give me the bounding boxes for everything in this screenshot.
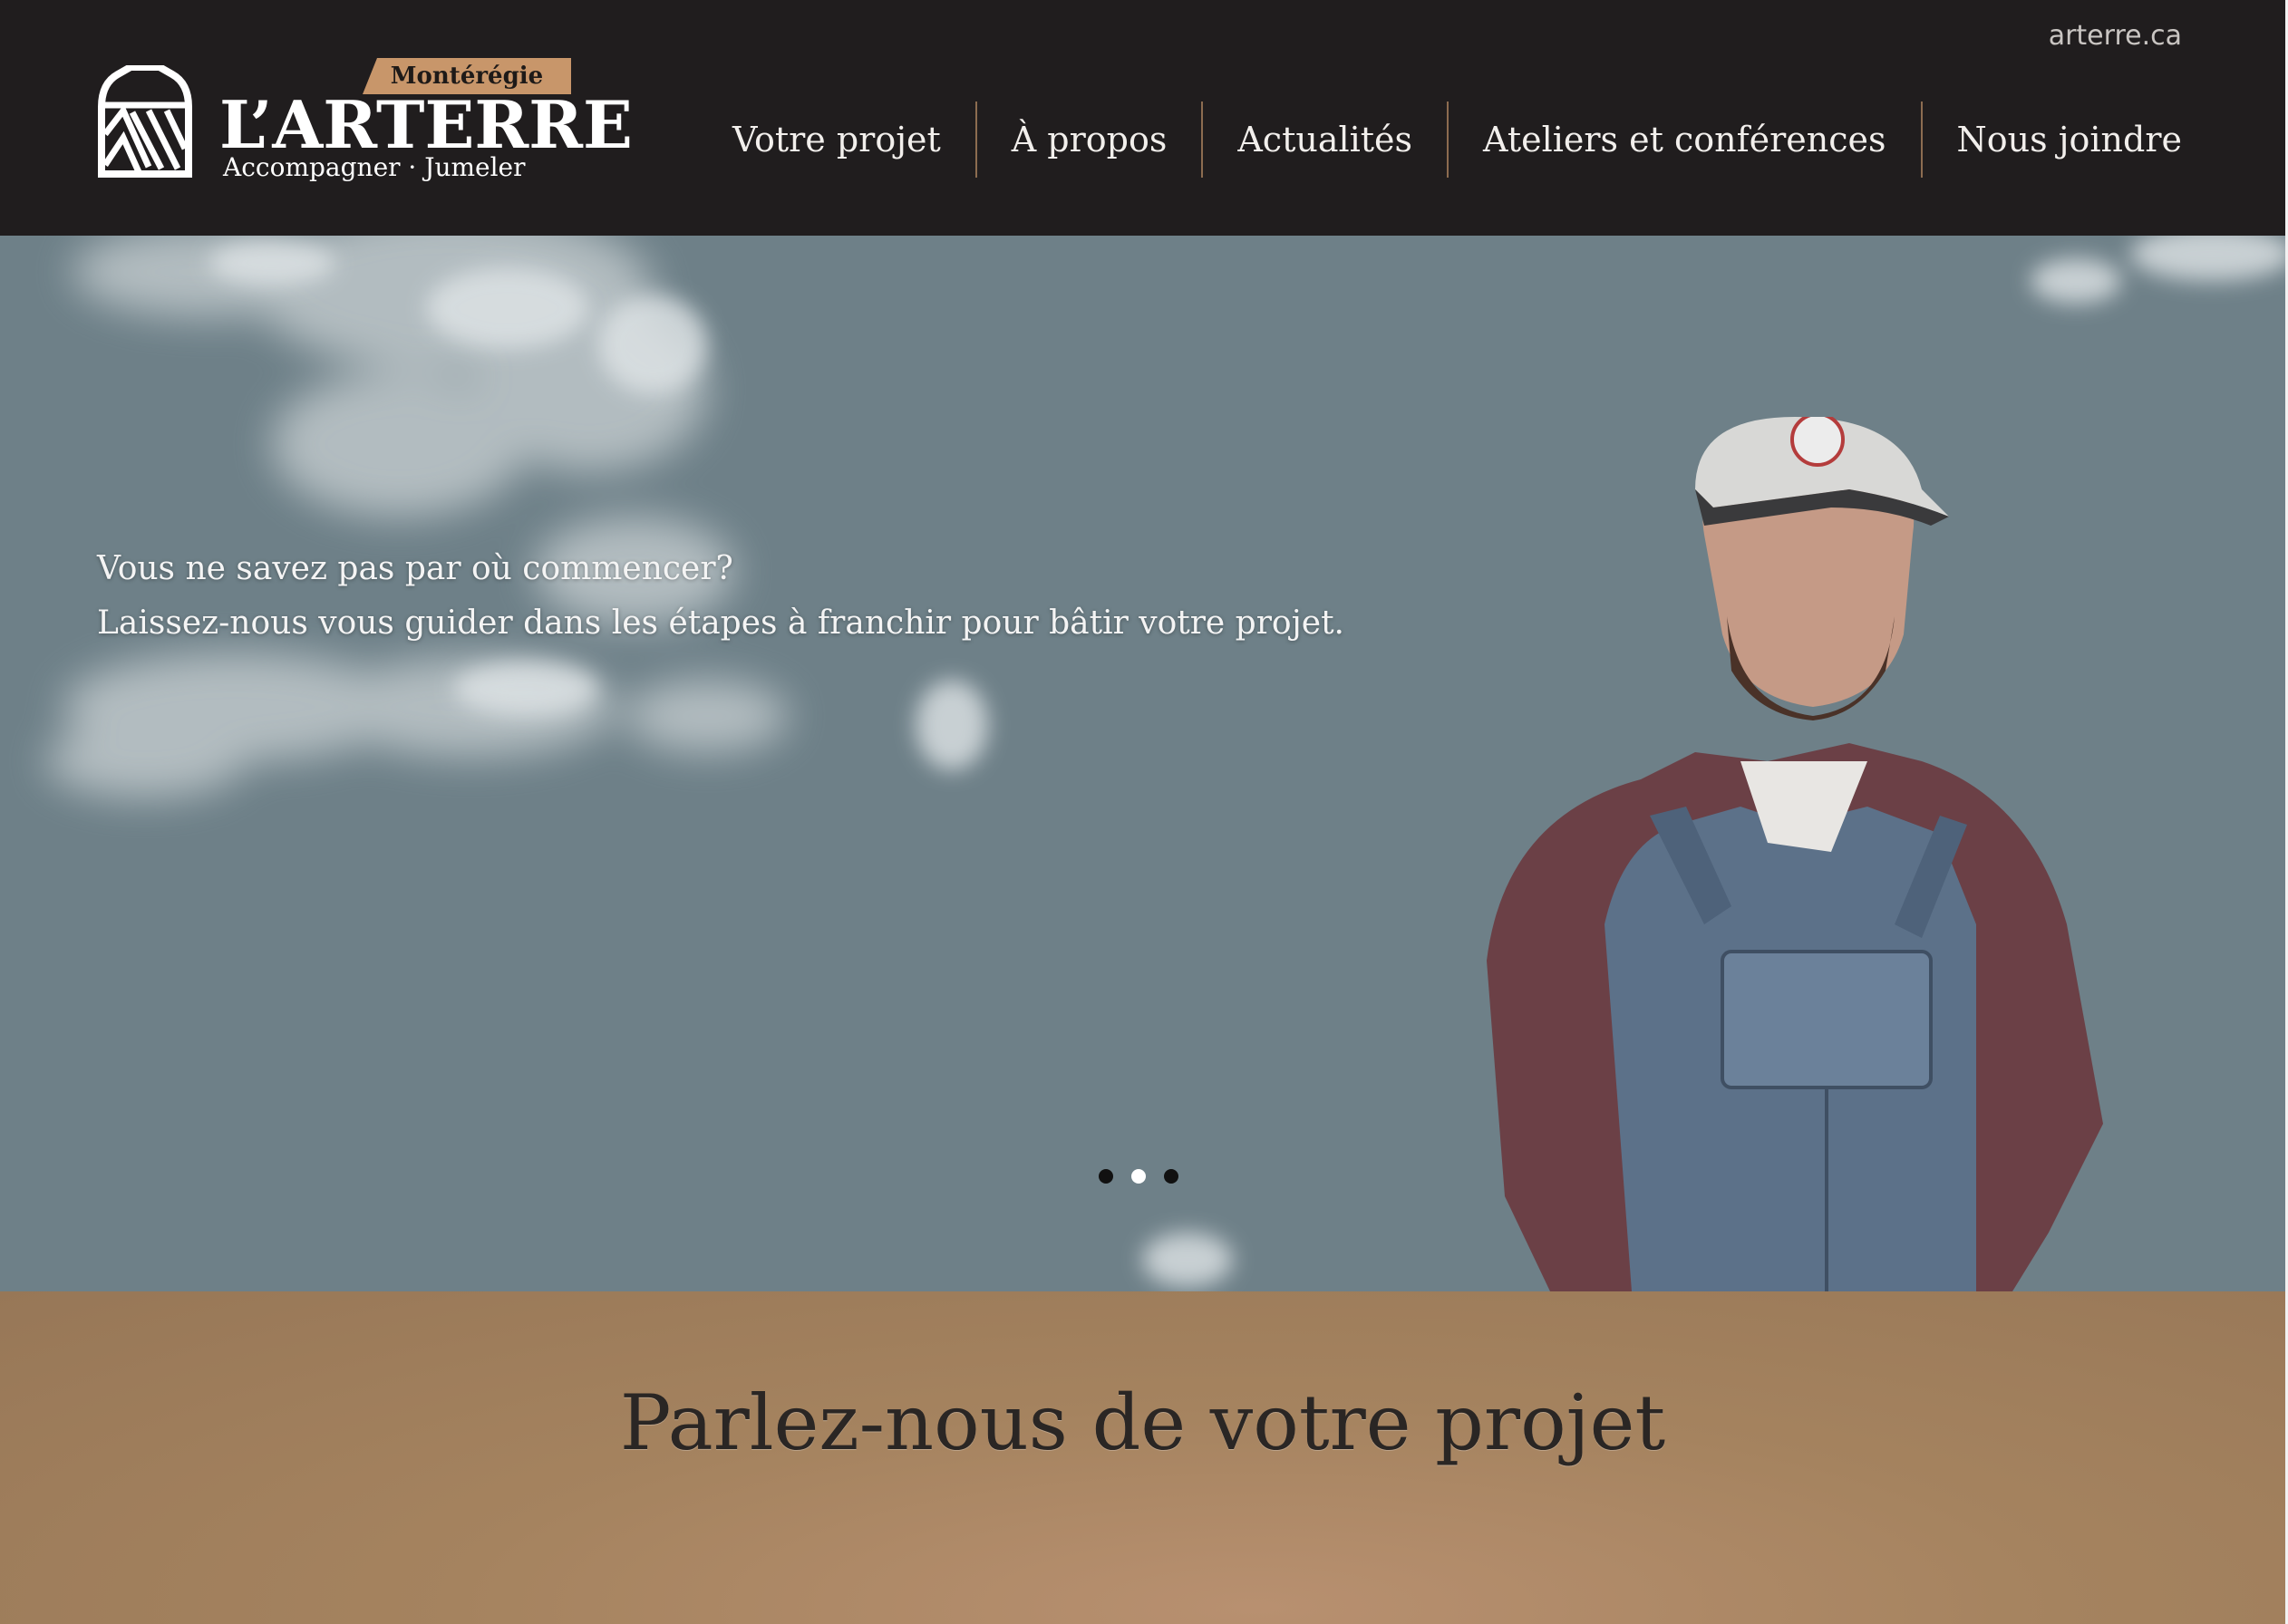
slide-dot-1[interactable] — [1099, 1169, 1113, 1184]
nav-ateliers-conferences[interactable]: Ateliers et conférences — [1447, 102, 1921, 178]
logo-tagline: Accompagner · Jumeler — [223, 152, 526, 182]
project-cta-section: Parlez-nous de votre projet — [0, 1291, 2285, 1624]
nav-nous-joindre[interactable]: Nous joindre — [1920, 102, 2182, 178]
site-header: arterre.ca Montérégie L’ARTERRE Accompag… — [0, 0, 2285, 236]
slide-dot-2[interactable] — [1131, 1169, 1146, 1184]
project-cta-title[interactable]: Parlez-nous de votre projet — [0, 1373, 2285, 1473]
main-nav: Votre projet À propos Actualités Atelier… — [698, 102, 2182, 178]
slider-dots — [1099, 1169, 1178, 1184]
page: arterre.ca Montérégie L’ARTERRE Accompag… — [0, 0, 2288, 1624]
farmer-photo-image — [1487, 417, 2103, 1291]
nav-votre-projet[interactable]: Votre projet — [698, 102, 975, 178]
arterre-home-link[interactable]: arterre.ca — [2049, 20, 2182, 52]
hero-line-1: Vous ne savez pas par où commencer? — [97, 550, 733, 587]
site-logo[interactable]: Montérégie L’ARTERRE Accompagner · Jumel… — [96, 58, 633, 194]
hero-line-2: Laissez-nous vous guider dans les étapes… — [97, 604, 1344, 642]
hero-slider: Vous ne savez pas par où commencer? Lais… — [0, 236, 2285, 1291]
hero-message: Vous ne savez pas par où commencer? Lais… — [97, 542, 1344, 651]
barn-logo-icon — [98, 65, 192, 178]
logo-wordmark: L’ARTERRE — [219, 86, 633, 163]
slide-dot-3[interactable] — [1164, 1169, 1178, 1184]
nav-actualites[interactable]: Actualités — [1201, 102, 1447, 178]
nav-a-propos[interactable]: À propos — [974, 102, 1202, 178]
